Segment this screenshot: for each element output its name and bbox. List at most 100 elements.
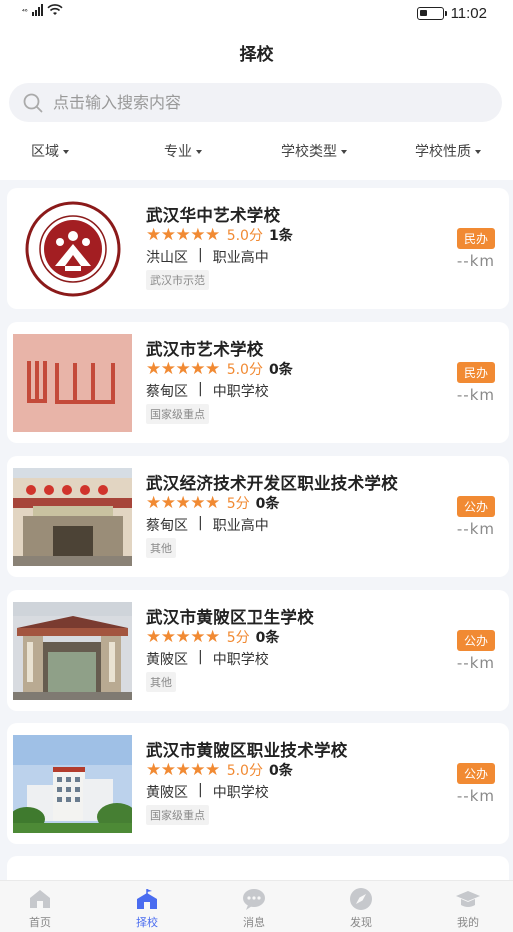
district: 蔡甸区 xyxy=(146,384,188,400)
school-name: 武汉市黄陂区卫生学校 xyxy=(146,608,314,627)
district: 黄陂区 xyxy=(146,652,188,668)
tab-discover[interactable]: 发现 xyxy=(331,887,391,930)
search-input[interactable] xyxy=(53,93,453,112)
compass-icon xyxy=(350,888,372,910)
caret-down-icon xyxy=(63,149,69,154)
separator: | xyxy=(198,649,203,665)
status-right: 11:02 xyxy=(416,5,487,22)
school-tag: 国家级重点 xyxy=(146,404,209,424)
filter-region[interactable]: 区域 xyxy=(31,141,69,161)
school-gate-photo xyxy=(13,468,132,566)
star-rating-icon: ★★★★★ xyxy=(146,359,220,379)
distance: --km xyxy=(456,654,495,672)
status-bar: ⁴⁶ 11:02 xyxy=(0,0,513,26)
battery-icon xyxy=(416,7,447,20)
rating-row: ★★★★★ 5.0分 1条 xyxy=(146,225,293,245)
review-count: 1条 xyxy=(268,228,293,244)
school-meta: 黄陂区 | 中职学校 xyxy=(146,649,269,669)
rating-score: 5分 xyxy=(226,630,250,646)
status-left: ⁴⁶ xyxy=(22,4,63,16)
rating-score: 5.0分 xyxy=(226,763,263,779)
school-type: 中职学校 xyxy=(212,652,269,668)
review-count: 0条 xyxy=(268,763,293,779)
star-rating-icon: ★★★★★ xyxy=(146,493,220,513)
search-icon xyxy=(23,93,43,112)
filter-label: 专业 xyxy=(164,144,192,160)
district: 蔡甸区 xyxy=(146,518,188,534)
school-image xyxy=(13,334,132,432)
clock: 11:02 xyxy=(450,5,487,22)
filter-major[interactable]: 专业 xyxy=(164,141,202,161)
bottom-tab-bar: 首页 择校 消息 发现 我的 xyxy=(0,880,513,932)
filter-label: 区域 xyxy=(31,144,59,160)
distance: --km xyxy=(456,520,495,538)
filter-school-type[interactable]: 学校类型 xyxy=(281,141,347,161)
school-type: 中职学校 xyxy=(212,785,269,801)
school-name: 武汉华中艺术学校 xyxy=(146,206,281,225)
nature-badge: 民办 xyxy=(456,362,495,383)
rating-row: ★★★★★ 5.0分 0条 xyxy=(146,760,293,780)
separator: | xyxy=(198,515,203,531)
rating-row: ★★★★★ 5分 0条 xyxy=(146,493,279,513)
school-meta: 蔡甸区 | 职业高中 xyxy=(146,515,269,535)
star-rating-icon: ★★★★★ xyxy=(146,627,220,647)
nature-badge: 民办 xyxy=(456,228,495,249)
school-tag: 国家级重点 xyxy=(146,805,209,825)
tab-school[interactable]: 择校 xyxy=(117,887,177,930)
caret-down-icon xyxy=(196,149,202,154)
school-emblem-logo xyxy=(13,200,132,298)
school-icon xyxy=(137,889,157,909)
filter-school-nature[interactable]: 学校性质 xyxy=(415,141,481,161)
distance: --km xyxy=(456,386,495,404)
page-title: 择校 xyxy=(239,45,274,65)
school-card[interactable]: 武汉市艺术学校 ★★★★★ 5.0分 0条 蔡甸区 | 中职学校 国家级重点 民… xyxy=(7,322,509,443)
school-name: 武汉市黄陂区职业技术学校 xyxy=(146,741,348,760)
nature-badge: 公办 xyxy=(456,496,495,517)
school-meta: 洪山区 | 职业高中 xyxy=(146,247,269,267)
rating-score: 5.0分 xyxy=(226,228,263,244)
distance: --km xyxy=(456,252,495,270)
school-card[interactable]: 武汉市黄陂区卫生学校 ★★★★★ 5分 0条 黄陂区 | 中职学校 其他 公办 … xyxy=(7,590,509,711)
school-tag: 其他 xyxy=(146,672,176,692)
graduation-cap-icon xyxy=(456,891,480,907)
red-brush-logo xyxy=(13,334,132,432)
nature-badge: 公办 xyxy=(456,630,495,651)
review-count: 0条 xyxy=(255,496,280,512)
tab-label: 发现 xyxy=(350,916,372,929)
school-image xyxy=(13,468,132,566)
separator: | xyxy=(198,782,203,798)
school-tag: 其他 xyxy=(146,538,176,558)
rating-score: 5分 xyxy=(226,496,250,512)
tab-label: 择校 xyxy=(136,916,158,929)
rating-row: ★★★★★ 5分 0条 xyxy=(146,627,279,647)
school-image xyxy=(13,200,132,298)
school-meta: 黄陂区 | 中职学校 xyxy=(146,782,269,802)
filter-bar: 区域 专业 学校类型 学校性质 xyxy=(0,141,513,163)
school-gate-photo xyxy=(13,602,132,700)
distance: --km xyxy=(456,787,495,805)
tab-messages[interactable]: 消息 xyxy=(224,887,284,930)
search-bar[interactable] xyxy=(9,83,502,122)
nature-badge: 公办 xyxy=(456,763,495,784)
school-meta: 蔡甸区 | 中职学校 xyxy=(146,381,269,401)
wifi-icon xyxy=(47,4,63,15)
school-type: 职业高中 xyxy=(212,518,269,534)
school-image xyxy=(13,602,132,700)
separator: | xyxy=(198,381,203,397)
school-card[interactable]: 武汉市黄陂区职业技术学校 ★★★★★ 5.0分 0条 黄陂区 | 中职学校 国家… xyxy=(7,723,509,844)
star-rating-icon: ★★★★★ xyxy=(146,760,220,780)
school-type: 中职学校 xyxy=(212,384,269,400)
top-section: ⁴⁶ 11:02 择校 区域 专业 xyxy=(0,0,513,180)
school-card[interactable]: 武汉经济技术开发区职业技术学校 ★★★★★ 5分 0条 蔡甸区 | 职业高中 其… xyxy=(7,456,509,577)
review-count: 0条 xyxy=(268,362,293,378)
tab-profile[interactable]: 我的 xyxy=(438,887,498,930)
tab-label: 消息 xyxy=(243,916,265,929)
rating-score: 5.0分 xyxy=(226,362,263,378)
caret-down-icon xyxy=(341,149,347,154)
school-type: 职业高中 xyxy=(212,250,269,266)
tab-home[interactable]: 首页 xyxy=(10,887,70,930)
district: 洪山区 xyxy=(146,250,188,266)
school-card[interactable]: 武汉华中艺术学校 ★★★★★ 5.0分 1条 洪山区 | 职业高中 武汉市示范 … xyxy=(7,188,509,309)
caret-down-icon xyxy=(475,149,481,154)
school-name: 武汉经济技术开发区职业技术学校 xyxy=(146,474,398,493)
